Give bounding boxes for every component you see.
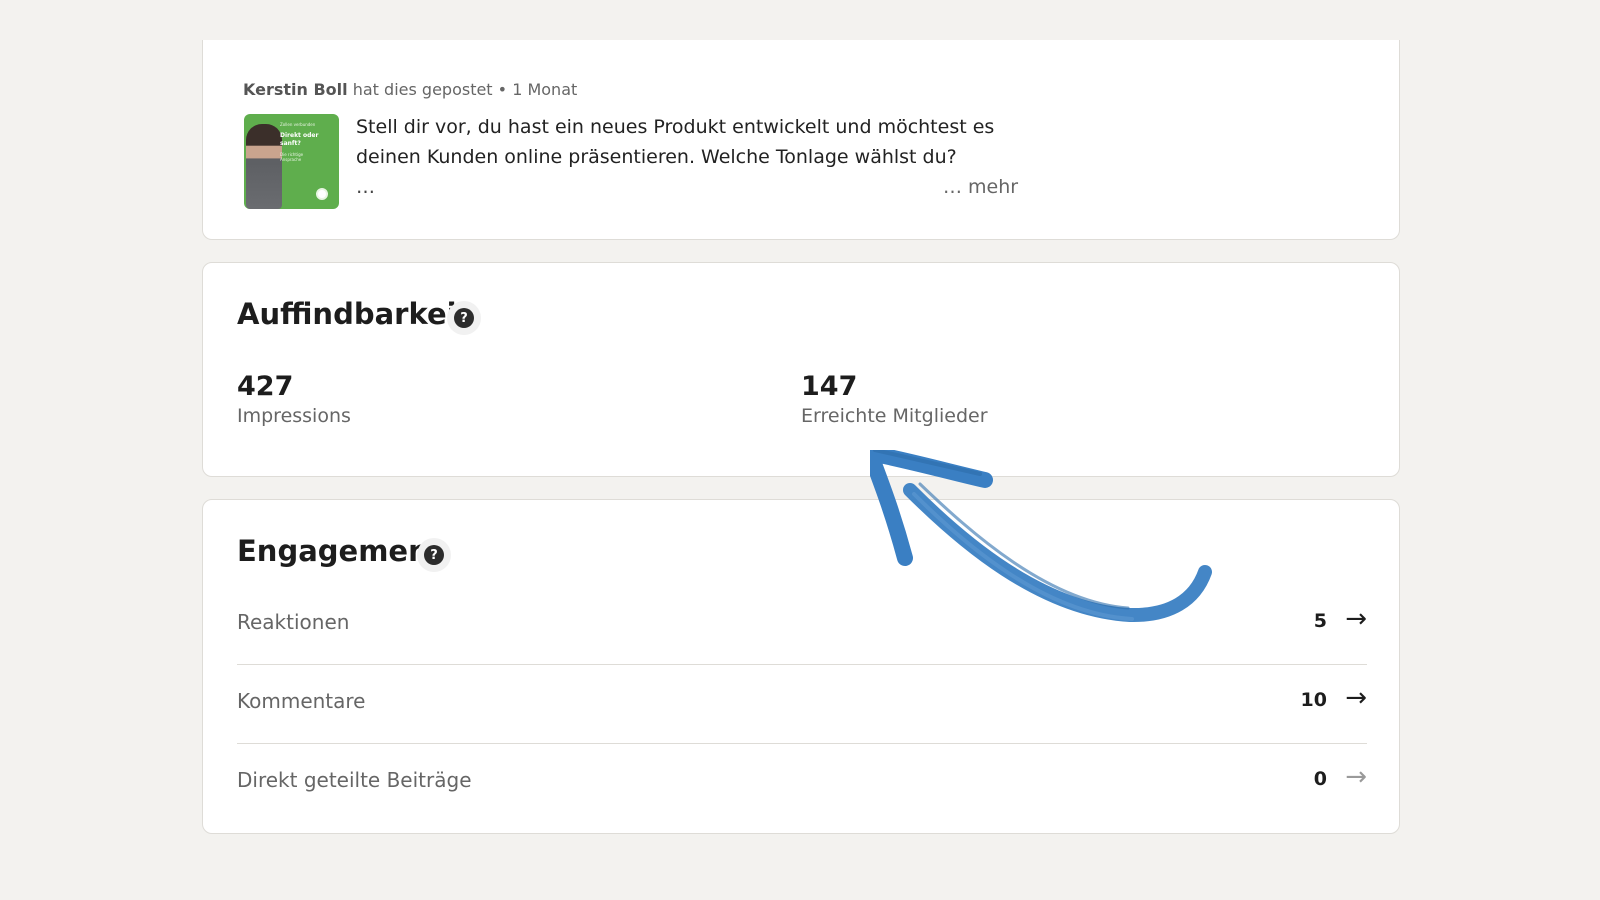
post-ellipsis: … bbox=[356, 176, 375, 198]
thumbnail-person-image bbox=[246, 124, 282, 209]
reactions-value: 5 bbox=[1313, 610, 1327, 632]
thumbnail-subtitle: Die richtige Ansprache bbox=[280, 152, 304, 162]
engagement-row-comments[interactable]: Kommentare 10 → bbox=[237, 665, 1367, 743]
help-icon: ? bbox=[424, 545, 444, 565]
direct-shares-value: 0 bbox=[1313, 768, 1327, 790]
post-meta-text: hat dies gepostet • 1 Monat bbox=[352, 80, 578, 99]
thumbnail-small-text: Zollen verbunden bbox=[280, 122, 316, 127]
reactions-label: Reaktionen bbox=[237, 610, 350, 634]
discoverability-title: Auffindbarkeit bbox=[237, 297, 471, 331]
post-card: Kerstin Boll hat dies gepostet • 1 Monat… bbox=[202, 40, 1400, 240]
annotation-arrow-shaft bbox=[903, 483, 1212, 623]
help-icon: ? bbox=[454, 308, 474, 328]
post-meta: Kerstin Boll hat dies gepostet • 1 Monat bbox=[243, 80, 577, 99]
discoverability-card: Auffindbarkeit ? 427 Impressions 147 Err… bbox=[202, 262, 1400, 477]
engagement-help-button[interactable]: ? bbox=[417, 538, 451, 572]
engagement-title: Engagement bbox=[237, 534, 443, 568]
annotation-arrow-icon bbox=[870, 450, 1212, 623]
impressions-label: Impressions bbox=[237, 405, 351, 427]
comments-label: Kommentare bbox=[237, 689, 366, 713]
comments-value: 10 bbox=[1300, 689, 1327, 711]
arrow-right-icon[interactable]: → bbox=[1345, 604, 1367, 634]
arrow-right-icon: → bbox=[1345, 762, 1367, 792]
members-reached-value: 147 bbox=[801, 371, 858, 402]
post-thumbnail[interactable]: Zollen verbunden Direkt oder sanft? Die … bbox=[244, 114, 339, 209]
post-text: Stell dir vor, du hast ein neues Produkt… bbox=[356, 116, 995, 168]
direct-shares-label: Direkt geteilte Beiträge bbox=[237, 768, 472, 792]
engagement-row-direct-shares[interactable]: Direkt geteilte Beiträge 0 → bbox=[237, 744, 1367, 822]
post-author[interactable]: Kerstin Boll bbox=[243, 80, 348, 99]
thumbnail-title: Direkt oder sanft? bbox=[280, 132, 319, 147]
show-more-link[interactable]: … mehr bbox=[943, 176, 1018, 198]
thumbnail-avatar-badge bbox=[316, 188, 328, 200]
members-reached-label: Erreichte Mitglieder bbox=[801, 405, 988, 427]
impressions-value: 427 bbox=[237, 371, 294, 402]
arrow-right-icon[interactable]: → bbox=[1345, 683, 1367, 713]
discoverability-help-button[interactable]: ? bbox=[447, 301, 481, 335]
